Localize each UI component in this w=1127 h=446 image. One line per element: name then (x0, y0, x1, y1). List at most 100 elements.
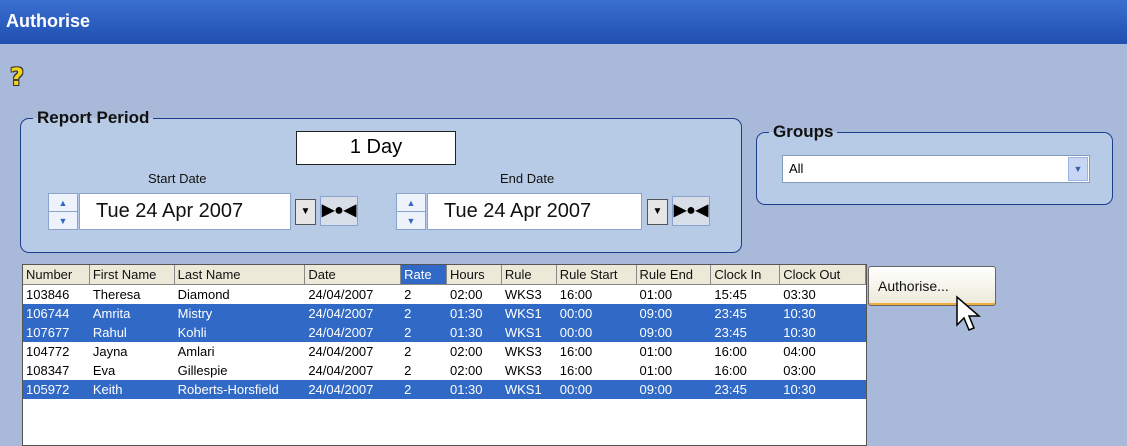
end-date-dropdown-icon[interactable]: ▼ (647, 199, 668, 225)
table-cell: 10:30 (783, 325, 816, 340)
end-date-calendar-icon[interactable]: ▶●◀ (672, 196, 710, 226)
spin-down-icon[interactable]: ▼ (49, 212, 77, 230)
spin-down-icon[interactable]: ▼ (397, 212, 425, 230)
table-cell: 03:00 (783, 363, 816, 378)
table-cell: 2 (404, 363, 412, 378)
start-date-label: Start Date (148, 171, 207, 186)
table-cell: 16:00 (559, 344, 593, 359)
table-cell: 23:45 (714, 306, 747, 321)
table-row[interactable]: 104772 Jayna Amlari 24/04/2007 2 02:00 WKS3 16:… (23, 342, 866, 361)
table-cell: 03:30 (783, 287, 816, 302)
column-header[interactable]: Rule End (636, 265, 712, 285)
table-cell: 103846 (26, 287, 70, 302)
table-cell: 2 (404, 306, 412, 321)
mouse-cursor-icon (956, 295, 982, 331)
question-icon[interactable]: ? (10, 63, 32, 91)
spin-up-icon[interactable]: ▲ (397, 194, 425, 212)
table-cell: Rahul (92, 325, 127, 340)
table-cell: 23:45 (714, 325, 747, 340)
groups-select[interactable]: All ▼ (782, 155, 1090, 183)
table-cell: WKS3 (504, 344, 542, 359)
table-cell: 24/04/2007 (308, 325, 374, 340)
table-cell: 00:00 (559, 382, 593, 397)
table-cell: 107677 (26, 325, 70, 340)
table-cell: 24/04/2007 (308, 382, 374, 397)
table-cell: Amlari (177, 344, 215, 359)
table-cell: 02:00 (449, 287, 483, 302)
table-row[interactable]: 107677 Rahul Kohli 24/04/2007 2 01:30 WKS1 00:0… (23, 323, 866, 342)
table-cell: Keith (92, 382, 123, 397)
groups-legend: Groups (773, 122, 834, 141)
table-row[interactable]: 106744 Amrita Mistry 24/04/2007 2 01:30 WKS1 00… (23, 304, 866, 323)
table-cell: 10:30 (783, 306, 816, 321)
column-header[interactable]: Clock Out (780, 265, 866, 285)
column-header[interactable]: Clock In (711, 265, 781, 285)
table-cell: 24/04/2007 (308, 306, 374, 321)
table-cell: 00:00 (559, 325, 593, 340)
table-cell: 02:00 (449, 344, 483, 359)
column-header[interactable]: First Name (89, 265, 175, 285)
table-row[interactable]: 103846 Theresa Diamond 24/04/2007 2 02:00 WKS3… (23, 285, 866, 304)
table-cell: 01:30 (449, 306, 483, 321)
table-cell: WKS3 (504, 363, 542, 378)
table-cell: Kohli (177, 325, 207, 340)
table-cell: 106744 (26, 306, 70, 321)
table-cell: 24/04/2007 (308, 344, 374, 359)
start-date-field[interactable]: Tue 24 Apr 2007 (79, 193, 291, 230)
table-cell: 16:00 (714, 363, 747, 378)
start-date-calendar-icon[interactable]: ▶●◀ (320, 196, 358, 226)
table-cell: 2 (404, 344, 412, 359)
grid-body: 103846 Theresa Diamond 24/04/2007 2 02:00 WKS3… (23, 285, 866, 399)
table-cell: Theresa (92, 287, 141, 302)
column-header[interactable]: Last Name (174, 265, 306, 285)
table-cell: WKS1 (504, 325, 542, 340)
duration-display: 1 Day (296, 131, 456, 165)
column-header[interactable]: Hours (446, 265, 502, 285)
table-cell: Jayna (92, 344, 128, 359)
table-cell: WKS3 (504, 287, 542, 302)
table-cell: 01:00 (639, 363, 673, 378)
table-cell: 16:00 (714, 344, 747, 359)
column-header[interactable]: Number (23, 265, 90, 285)
table-cell: 01:00 (639, 287, 673, 302)
table-row[interactable]: 108347 Eva Gillespie 24/04/2007 2 02:00 WKS3 16… (23, 361, 866, 380)
table-cell: WKS1 (504, 306, 542, 321)
table-cell: 2 (404, 382, 412, 397)
end-date-field[interactable]: Tue 24 Apr 2007 (427, 193, 642, 230)
column-header[interactable]: Rule Start (556, 265, 637, 285)
table-cell: 105972 (26, 382, 70, 397)
table-cell: 104772 (26, 344, 70, 359)
column-header[interactable]: Rule (501, 265, 557, 285)
table-cell: Diamond (177, 287, 230, 302)
table-cell: 23:45 (714, 382, 747, 397)
table-cell: 2 (404, 287, 412, 302)
table-cell: 108347 (26, 363, 70, 378)
column-header[interactable]: Date (305, 265, 402, 285)
window-title: Authorise (0, 0, 1127, 44)
table-cell: 01:30 (449, 325, 483, 340)
column-header[interactable]: Rate (401, 265, 447, 285)
table-cell: Eva (92, 363, 116, 378)
authorise-grid[interactable]: Number First Name Last Name Date Rate Hours Ru… (22, 264, 867, 446)
report-period-legend: Report Period (37, 108, 150, 127)
table-cell: 09:00 (639, 325, 673, 340)
chevron-down-icon[interactable]: ▼ (1068, 157, 1088, 181)
spin-up-icon[interactable]: ▲ (49, 194, 77, 212)
report-period-group: Report Period (20, 108, 742, 253)
table-cell: 09:00 (639, 306, 673, 321)
table-cell: 24/04/2007 (308, 287, 374, 302)
groups-selected-value: All (789, 161, 804, 176)
table-cell: Amrita (92, 306, 131, 321)
table-cell: Mistry (177, 306, 213, 321)
end-date-spinner[interactable]: ▲ ▼ (396, 193, 426, 230)
table-cell: Roberts-Horsfield (177, 382, 279, 397)
table-cell: 2 (404, 325, 412, 340)
grid-header: Number First Name Last Name Date Rate Hours Ru… (23, 265, 866, 285)
table-row[interactable]: 105972 Keith Roberts-Horsfield 24/04/2007 2 0… (23, 380, 866, 399)
end-date-label: End Date (500, 171, 555, 186)
start-date-spinner[interactable]: ▲ ▼ (48, 193, 78, 230)
start-date-dropdown-icon[interactable]: ▼ (295, 199, 316, 225)
table-cell: 01:30 (449, 382, 483, 397)
table-cell: 16:00 (559, 363, 593, 378)
table-cell: Gillespie (177, 363, 228, 378)
